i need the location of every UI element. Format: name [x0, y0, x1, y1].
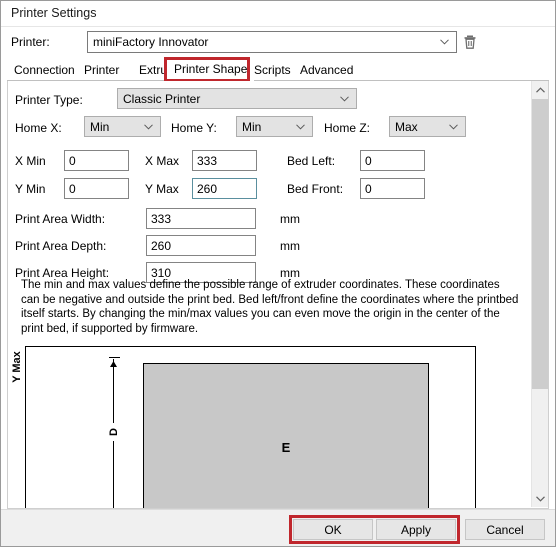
chevron-down-icon	[296, 123, 305, 130]
home-z-dropdown[interactable]: Max	[389, 116, 466, 137]
print-area-depth-label: Print Area Depth:	[15, 239, 107, 253]
home-y-value: Min	[242, 120, 262, 134]
bed-preview: Y Max E D	[8, 344, 528, 508]
scroll-down-icon[interactable]	[532, 490, 548, 507]
tab-printer[interactable]: Printer	[77, 60, 126, 80]
panel-scrollbar[interactable]	[531, 81, 548, 507]
y-max-value: 260	[197, 182, 218, 196]
home-x-value: Min	[90, 120, 110, 134]
chevron-down-icon	[440, 39, 449, 45]
x-min-value: 0	[69, 154, 76, 168]
tab-printer-shape[interactable]: Printer Shape	[167, 59, 255, 81]
printer-settings-dialog: Printer Settings Printer: miniFactory In…	[0, 0, 556, 547]
scroll-up-icon[interactable]	[532, 81, 548, 98]
print-area-width-input[interactable]: 333	[146, 208, 256, 229]
depth-dimension-label: D	[108, 423, 120, 441]
coordinate-area-outline: E	[25, 346, 476, 508]
x-max-value: 333	[197, 154, 218, 168]
print-area-width-value: 333	[151, 212, 172, 226]
x-min-input[interactable]: 0	[64, 150, 129, 171]
x-max-label: X Max	[145, 154, 180, 168]
home-y-label: Home Y:	[171, 121, 217, 135]
y-max-input[interactable]: 260	[192, 178, 257, 199]
chevron-down-icon	[449, 123, 458, 130]
up-arrow-icon	[109, 357, 118, 367]
y-min-label: Y Min	[15, 182, 46, 196]
home-z-value: Max	[395, 120, 418, 134]
tab-advanced[interactable]: Advanced	[293, 60, 360, 80]
bed-front-input[interactable]: 0	[360, 178, 425, 199]
home-z-label: Home Z:	[324, 121, 371, 135]
trash-icon[interactable]	[461, 33, 479, 51]
home-y-dropdown[interactable]: Min	[236, 116, 313, 137]
scrollbar-thumb[interactable]	[532, 99, 548, 389]
chevron-down-icon	[340, 95, 349, 102]
y-min-input[interactable]: 0	[64, 178, 129, 199]
x-min-label: X Min	[15, 154, 46, 168]
print-area-width-label: Print Area Width:	[15, 212, 106, 226]
help-description: The min and max values define the possib…	[21, 279, 519, 335]
printer-type-value: Classic Printer	[123, 92, 201, 106]
y-min-value: 0	[69, 182, 76, 196]
chevron-down-icon	[144, 123, 153, 130]
window-title: Printer Settings	[11, 6, 97, 20]
print-area-width-unit: mm	[280, 212, 300, 226]
cancel-button[interactable]: Cancel	[465, 519, 545, 540]
tab-strip: Connection Printer Extruder Printer Shap…	[7, 57, 549, 82]
home-x-label: Home X:	[15, 121, 62, 135]
print-area-depth-value: 260	[151, 239, 172, 253]
printer-shape-panel: Printer Type: Classic Printer Home X: Mi…	[7, 81, 549, 509]
tab-connection[interactable]: Connection	[7, 60, 82, 80]
print-bed-label: E	[281, 440, 291, 455]
home-x-dropdown[interactable]: Min	[84, 116, 161, 137]
y-max-label: Y Max	[145, 182, 179, 196]
bed-front-value: 0	[365, 182, 372, 196]
print-area-depth-unit: mm	[280, 239, 300, 253]
printer-combobox-value: miniFactory Innovator	[93, 35, 209, 49]
printer-label: Printer:	[11, 35, 50, 49]
print-area-depth-input[interactable]: 260	[146, 235, 256, 256]
y-max-axis-label: Y Max	[11, 351, 23, 383]
bed-front-label: Bed Front:	[287, 182, 344, 196]
x-max-input[interactable]: 333	[192, 150, 257, 171]
title-bar: Printer Settings	[1, 1, 555, 27]
bed-left-input[interactable]: 0	[360, 150, 425, 171]
printer-combobox[interactable]: miniFactory Innovator	[87, 31, 457, 53]
printer-selector-row: Printer: miniFactory Innovator	[1, 28, 555, 58]
print-bed-rectangle: E	[143, 363, 429, 508]
apply-button[interactable]: Apply	[376, 519, 456, 540]
ok-button[interactable]: OK	[293, 519, 373, 540]
bed-left-label: Bed Left:	[287, 154, 336, 168]
tab-scripts[interactable]: Scripts	[247, 60, 298, 80]
dialog-footer: OK Apply Cancel	[1, 509, 555, 546]
bed-left-value: 0	[365, 154, 372, 168]
printer-type-label: Printer Type:	[15, 93, 83, 107]
printer-type-dropdown[interactable]: Classic Printer	[117, 88, 357, 109]
